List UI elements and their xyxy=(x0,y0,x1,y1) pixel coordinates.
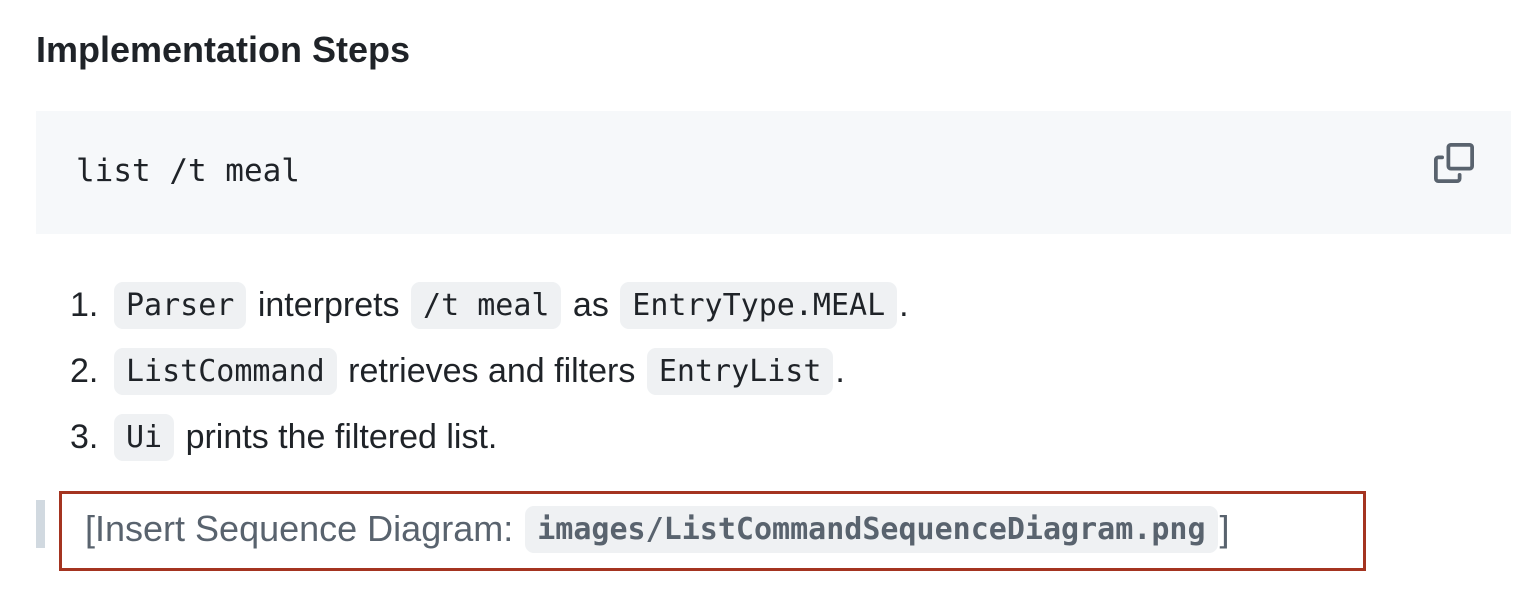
step-item: 1. Parser interprets /t meal as EntryTyp… xyxy=(70,272,909,338)
step-number: 3. xyxy=(70,417,99,456)
placeholder-text: [Insert Sequence Diagram: images/ListCom… xyxy=(85,500,1230,558)
diagram-placeholder-quote: [Insert Sequence Diagram: images/ListCom… xyxy=(36,491,1376,571)
placeholder-suffix: ] xyxy=(1219,508,1230,549)
step-item: 3. Ui prints the filtered list. xyxy=(70,404,909,470)
placeholder-image-path: images/ListCommandSequenceDiagram.png xyxy=(525,505,1218,553)
inline-code: Ui xyxy=(114,413,175,461)
inline-code: Parser xyxy=(114,281,247,329)
step-item: 2. ListCommand retrieves and filters Ent… xyxy=(70,338,909,404)
section-heading: Implementation Steps xyxy=(36,29,411,70)
steps-list: 1. Parser interprets /t meal as EntryTyp… xyxy=(70,272,909,470)
placeholder-prefix: [Insert Sequence Diagram: xyxy=(85,508,514,549)
copy-button[interactable] xyxy=(1433,142,1475,184)
step-text: retrieves and filters xyxy=(348,351,636,390)
inline-code: /t meal xyxy=(411,281,562,329)
step-number: 2. xyxy=(70,351,99,390)
inline-code: EntryType.MEAL xyxy=(620,281,898,329)
quote-bar xyxy=(36,500,45,548)
step-text: as xyxy=(572,285,609,324)
step-text: . xyxy=(835,351,845,390)
code-block-content[interactable]: list /t meal xyxy=(76,149,300,193)
inline-code: EntryList xyxy=(646,347,834,395)
copy-icon xyxy=(1434,143,1474,183)
code-block: list /t meal xyxy=(36,111,1511,234)
step-text: interprets xyxy=(257,285,400,324)
step-text: prints the filtered list. xyxy=(185,417,498,456)
inline-code: ListCommand xyxy=(114,347,337,395)
step-number: 1. xyxy=(70,285,99,324)
step-text: . xyxy=(899,285,909,324)
